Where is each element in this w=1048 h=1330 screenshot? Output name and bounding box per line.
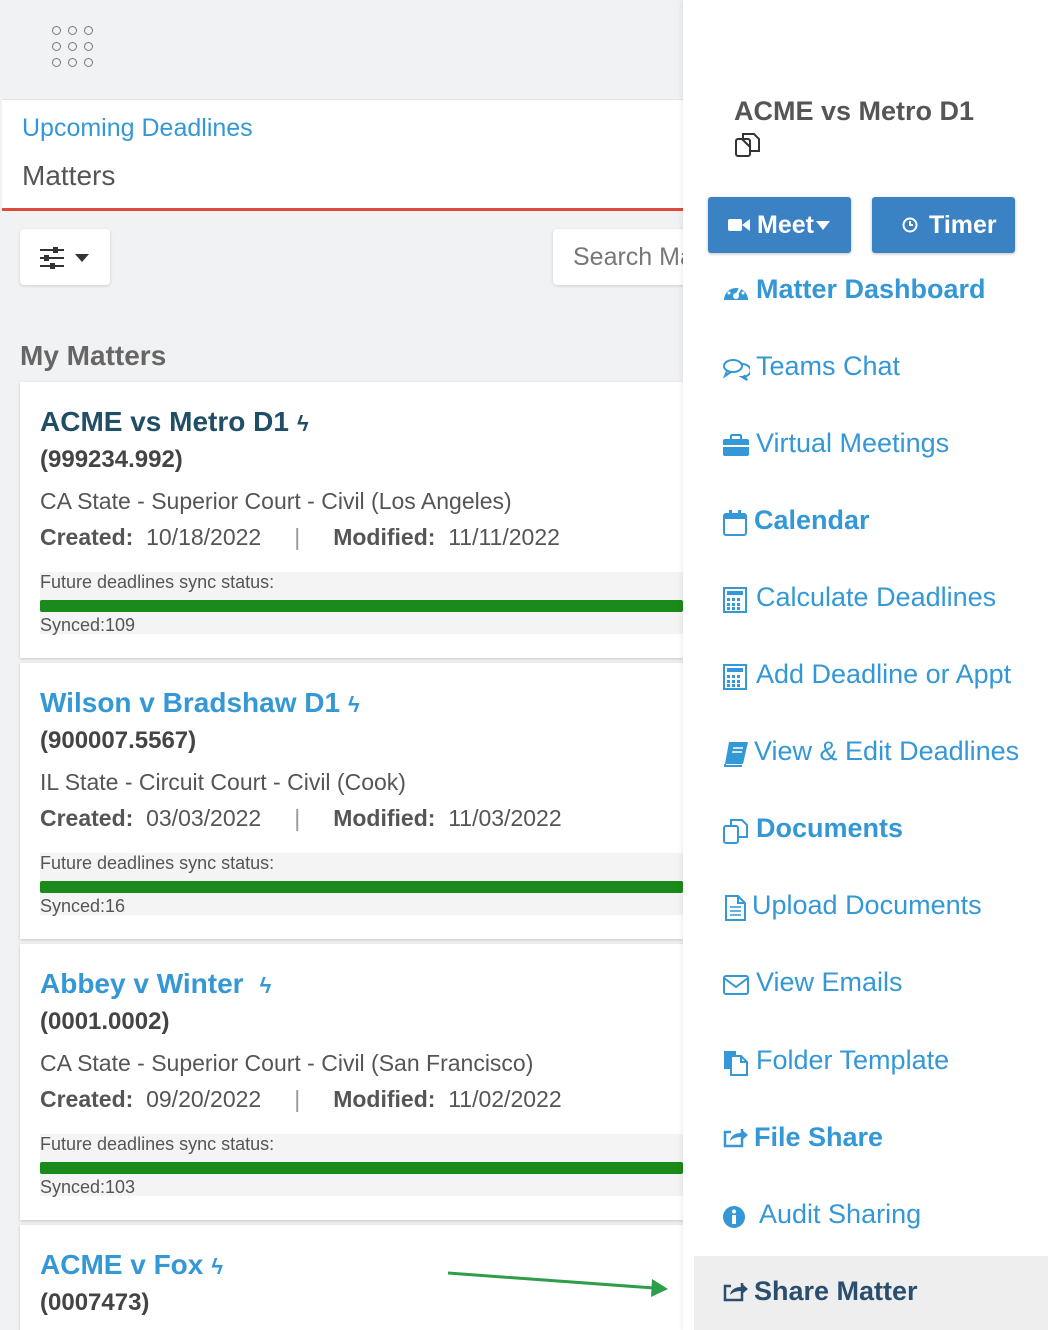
matter-number: (0007473) (40, 1289, 150, 1316)
tab-matters[interactable]: Matters (22, 160, 115, 192)
menu-share-matter[interactable]: Share Matter (694, 1256, 1048, 1330)
sync-progress-bar (40, 1162, 683, 1174)
calculator-icon (723, 664, 747, 690)
matter-title[interactable]: ACME vs Metro D1 ϟ (40, 406, 309, 438)
sync-count: Synced:109 (40, 615, 136, 635)
grid-icon[interactable] (52, 26, 94, 68)
matter-number: (999234.992) (40, 446, 183, 473)
matter-card[interactable]: Wilson v Bradshaw D1 ϟ (900007.5567) IL S… (20, 663, 683, 939)
matters-area: Upcoming Deadlines Matters Search Ma My … (0, 0, 683, 1330)
clock-icon (902, 217, 918, 233)
file-icon (725, 895, 746, 921)
matter-court: CA State - Superior Court - Civil (San F… (40, 1050, 534, 1076)
matter-number: (900007.5567) (40, 727, 197, 754)
sync-status: Future deadlines sync status: Synced:109 (40, 572, 683, 635)
panel-matter-title: ACME vs Metro D1 (734, 96, 975, 126)
filter-button[interactable] (20, 229, 110, 285)
matter-side-panel: ACME vs Metro D1 Meet Timer Matter Dashb… (683, 0, 1048, 1330)
envelope-icon (723, 975, 749, 995)
annotation-arrow (447, 1271, 668, 1297)
dashboard-icon (724, 285, 748, 300)
matter-card[interactable]: Abbey v Winter ϟ (0001.0002) CA State - S… (20, 944, 683, 1220)
matter-title[interactable]: ACME v Fox ϟ (40, 1249, 223, 1281)
sync-label: Future deadlines sync status: (40, 853, 275, 873)
matter-court: IL State - Circuit Court - Civil (Cook) (40, 769, 406, 795)
sync-count: Synced:16 (40, 896, 126, 916)
copy-icon (723, 819, 748, 844)
matter-dates: Created: 09/20/2022 | Modified: 11/02/2022 (40, 1086, 562, 1112)
sync-status: Future deadlines sync status: Synced:103 (40, 1134, 683, 1197)
matter-title[interactable]: Wilson v Bradshaw D1 ϟ (40, 687, 360, 719)
share-icon (723, 1283, 748, 1302)
bolt-icon: ϟ (348, 692, 360, 717)
search-placeholder: Search Ma (573, 243, 683, 271)
bolt-icon: ϟ (259, 973, 272, 998)
info-icon (723, 1206, 745, 1228)
matter-dates: Created: 10/18/2022 | Modified: 11/11/2022 (40, 524, 560, 550)
video-icon (728, 219, 750, 231)
folder-template-icon (724, 1051, 748, 1076)
briefcase-icon (723, 434, 749, 456)
sync-status: Future deadlines sync status: Synced:16 (40, 853, 683, 916)
meet-button[interactable]: Meet (708, 197, 851, 253)
sync-label: Future deadlines sync status: (40, 1134, 275, 1154)
caret-down-icon (816, 221, 830, 230)
share-icon (723, 1129, 748, 1148)
copy-icon[interactable] (734, 131, 762, 159)
matter-court: CA State - Superior Court - Civil (Los A… (40, 488, 512, 514)
matter-dates: Created: 03/03/2022 | Modified: 11/03/2022 (40, 805, 562, 831)
chat-icon (722, 359, 750, 381)
timer-button[interactable]: Timer (872, 197, 1015, 253)
matter-number: (0001.0002) (40, 1008, 170, 1035)
sync-count: Synced:103 (40, 1177, 136, 1197)
sync-progress-bar (40, 600, 683, 612)
sync-label: Future deadlines sync status: (40, 572, 275, 592)
tab-upcoming-deadlines[interactable]: Upcoming Deadlines (22, 114, 253, 143)
tabs-panel: Upcoming Deadlines Matters (2, 99, 683, 211)
book-icon (724, 742, 748, 767)
matter-card[interactable]: ACME vs Metro D1 ϟ (999234.992) CA State … (20, 382, 683, 658)
bolt-icon: ϟ (296, 411, 309, 436)
bolt-icon: ϟ (211, 1254, 224, 1279)
sliders-icon (40, 247, 89, 269)
sync-progress-bar (40, 881, 683, 893)
matter-title[interactable]: Abbey v Winter ϟ (40, 968, 271, 1000)
calculator-icon (723, 587, 747, 613)
timer-label: Timer (929, 211, 997, 239)
calendar-icon (723, 510, 747, 536)
meet-label: Meet (757, 211, 814, 239)
section-title: My Matters (20, 340, 167, 371)
search-input[interactable]: Search Ma (553, 229, 683, 285)
